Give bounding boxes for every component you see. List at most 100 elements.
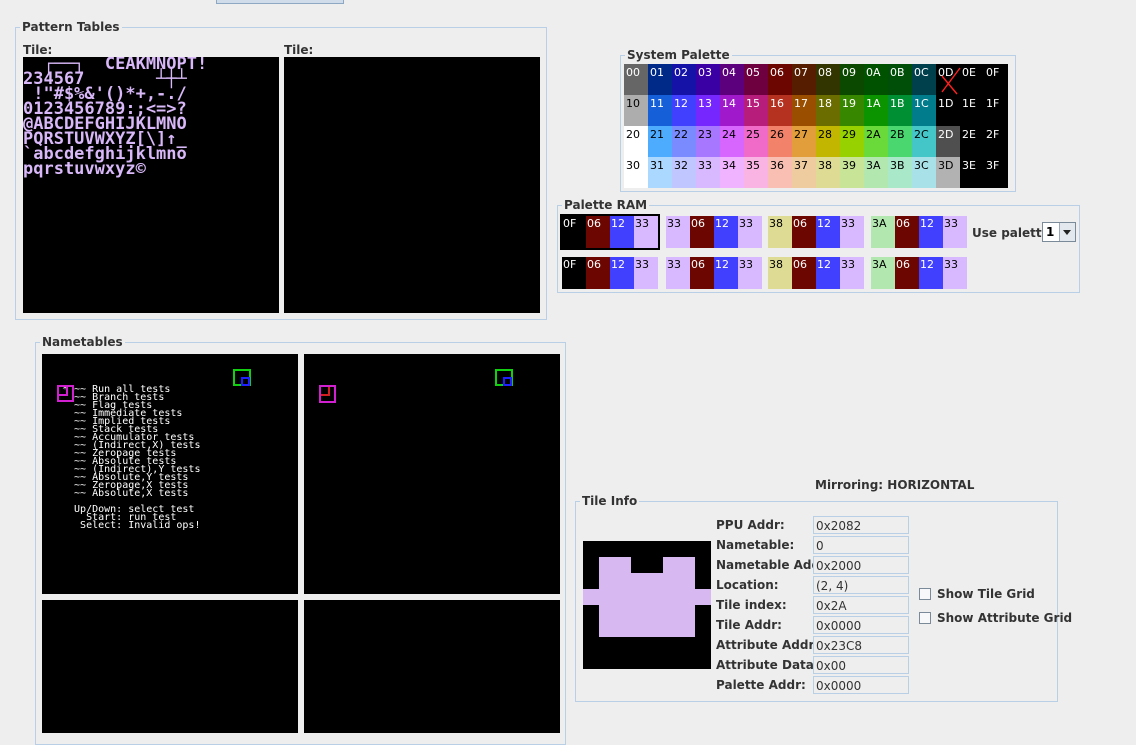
system-palette-swatch[interactable]: 08 [816, 64, 840, 95]
palette-ram-swatch[interactable]: 3A [871, 257, 895, 289]
system-palette-swatch[interactable]: 34 [720, 157, 744, 188]
system-palette-swatch[interactable]: 39 [840, 157, 864, 188]
system-palette-swatch[interactable]: 06 [768, 64, 792, 95]
tile-info-field-value[interactable]: 0x2A [813, 596, 909, 614]
tile-info-field-value[interactable]: 0x23C8 [813, 636, 909, 654]
system-palette-swatch[interactable]: 00 [624, 64, 648, 95]
system-palette-swatch[interactable]: 2B [888, 126, 912, 157]
palette-ram-group[interactable]: 38 06 12 33 [768, 216, 864, 248]
palette-ram-swatch[interactable]: 33 [666, 257, 690, 289]
system-palette-swatch[interactable]: 1C [912, 95, 936, 126]
system-palette-swatch[interactable]: 20 [624, 126, 648, 157]
palette-ram-swatch[interactable]: 12 [919, 216, 943, 248]
system-palette-swatch[interactable]: 10 [624, 95, 648, 126]
system-palette-swatch[interactable]: 2E [960, 126, 984, 157]
system-palette-swatch[interactable]: 28 [816, 126, 840, 157]
palette-ram-group[interactable]: 0F 06 12 33 [562, 257, 658, 289]
palette-ram-swatch[interactable]: 12 [816, 257, 840, 289]
system-palette-swatch[interactable]: 16 [768, 95, 792, 126]
palette-ram-swatch[interactable]: 38 [768, 216, 792, 248]
system-palette-swatch[interactable]: 11 [648, 95, 672, 126]
system-palette-swatch[interactable]: 29 [840, 126, 864, 157]
tile-info-field-value[interactable]: 0 [813, 536, 909, 554]
palette-ram-swatch[interactable]: 06 [586, 257, 610, 289]
system-palette-swatch[interactable]: 12 [672, 95, 696, 126]
palette-ram-swatch[interactable]: 06 [792, 216, 816, 248]
palette-ram-swatch[interactable]: 06 [690, 257, 714, 289]
system-palette-swatch[interactable]: 38 [816, 157, 840, 188]
system-palette-swatch[interactable]: 02 [672, 64, 696, 95]
chevron-down-icon[interactable] [1059, 223, 1075, 241]
palette-ram-swatch[interactable]: 12 [919, 257, 943, 289]
system-palette-swatch[interactable]: 1B [888, 95, 912, 126]
system-palette-swatch[interactable]: 0E [960, 64, 984, 95]
palette-ram-swatch[interactable]: 12 [610, 257, 634, 289]
system-palette-swatch[interactable]: 2F [984, 126, 1008, 157]
top-tab[interactable] [216, 0, 344, 4]
palette-ram-swatch[interactable]: 38 [768, 257, 792, 289]
system-palette-swatch[interactable]: 15 [744, 95, 768, 126]
palette-ram-group[interactable]: 38 06 12 33 [768, 257, 864, 289]
system-palette-swatch[interactable]: 25 [744, 126, 768, 157]
system-palette-swatch[interactable]: 07 [792, 64, 816, 95]
system-palette-swatch[interactable]: 36 [768, 157, 792, 188]
palette-ram-swatch[interactable]: 33 [840, 257, 864, 289]
system-palette-swatch[interactable]: 35 [744, 157, 768, 188]
system-palette-swatch[interactable]: 3E [960, 157, 984, 188]
system-palette-swatch[interactable]: 1E [960, 95, 984, 126]
palette-ram-swatch[interactable]: 06 [895, 257, 919, 289]
system-palette-swatch[interactable]: 3A [864, 157, 888, 188]
system-palette-swatch[interactable]: 14 [720, 95, 744, 126]
palette-ram-group[interactable]: 3A 06 12 33 [871, 216, 967, 248]
system-palette-swatch[interactable]: 37 [792, 157, 816, 188]
palette-ram-swatch[interactable]: 33 [943, 216, 967, 248]
system-palette-swatch[interactable]: 2A [864, 126, 888, 157]
system-palette-swatch[interactable]: 22 [672, 126, 696, 157]
system-palette-swatch[interactable]: 0C [912, 64, 936, 95]
system-palette-swatch[interactable]: 03 [696, 64, 720, 95]
palette-ram-swatch[interactable]: 33 [840, 216, 864, 248]
system-palette-swatch[interactable]: 3F [984, 157, 1008, 188]
nametable-1[interactable] [304, 354, 560, 594]
system-palette-swatch[interactable]: 1D [936, 95, 960, 126]
palette-ram-swatch[interactable]: 12 [714, 216, 738, 248]
system-palette-swatch[interactable]: 1A [864, 95, 888, 126]
tile-info-field-value[interactable]: 0x2082 [813, 516, 909, 534]
system-palette-swatch[interactable]: 32 [672, 157, 696, 188]
system-palette-swatch[interactable]: 2C [912, 126, 936, 157]
system-palette-swatch[interactable]: 33 [696, 157, 720, 188]
system-palette-swatch[interactable]: 24 [720, 126, 744, 157]
system-palette-swatch[interactable]: 31 [648, 157, 672, 188]
system-palette-swatch[interactable]: 01 [648, 64, 672, 95]
system-palette-swatch[interactable]: 27 [792, 126, 816, 157]
nametable-3[interactable] [304, 600, 560, 733]
tile-info-field-value[interactable]: 0x0000 [813, 676, 909, 694]
palette-ram-group[interactable]: 33 06 12 33 [666, 257, 762, 289]
palette-ram-swatch[interactable]: 33 [738, 257, 762, 289]
system-palette-swatch[interactable]: 13 [696, 95, 720, 126]
palette-ram-swatch[interactable]: 06 [690, 216, 714, 248]
nametable-2[interactable] [42, 600, 298, 733]
palette-ram-swatch[interactable]: 33 [666, 216, 690, 248]
palette-ram-group[interactable]: 3A 06 12 33 [871, 257, 967, 289]
system-palette-swatch[interactable]: 04 [720, 64, 744, 95]
palette-ram-group[interactable]: 33 06 12 33 [666, 216, 762, 248]
palette-ram-swatch[interactable]: 3A [871, 216, 895, 248]
pattern-table-left[interactable]: ┌──┐ CEAKMNOPT! 234567 ┴┼┴ !"#$%&'()*+,-.… [23, 57, 279, 313]
show-tile-grid-checkbox[interactable] [919, 588, 931, 600]
system-palette-swatch[interactable]: 30 [624, 157, 648, 188]
palette-ram-swatch[interactable]: 06 [792, 257, 816, 289]
system-palette-swatch[interactable]: 23 [696, 126, 720, 157]
tile-info-field-value[interactable]: (2, 4) [813, 576, 909, 594]
tile-info-field-value[interactable]: 0x00 [813, 656, 909, 674]
system-palette-swatch[interactable]: 18 [816, 95, 840, 126]
use-palette-select[interactable]: 1 [1042, 222, 1076, 242]
system-palette-swatch[interactable]: 05 [744, 64, 768, 95]
tile-info-field-value[interactable]: 0x2000 [813, 556, 909, 574]
palette-ram-swatch[interactable]: 06 [895, 216, 919, 248]
system-palette-swatch[interactable]: 19 [840, 95, 864, 126]
pattern-table-right[interactable] [284, 57, 540, 313]
palette-ram-swatch[interactable]: 0F [562, 257, 586, 289]
system-palette-swatch[interactable]: 26 [768, 126, 792, 157]
system-palette-swatch[interactable]: 17 [792, 95, 816, 126]
